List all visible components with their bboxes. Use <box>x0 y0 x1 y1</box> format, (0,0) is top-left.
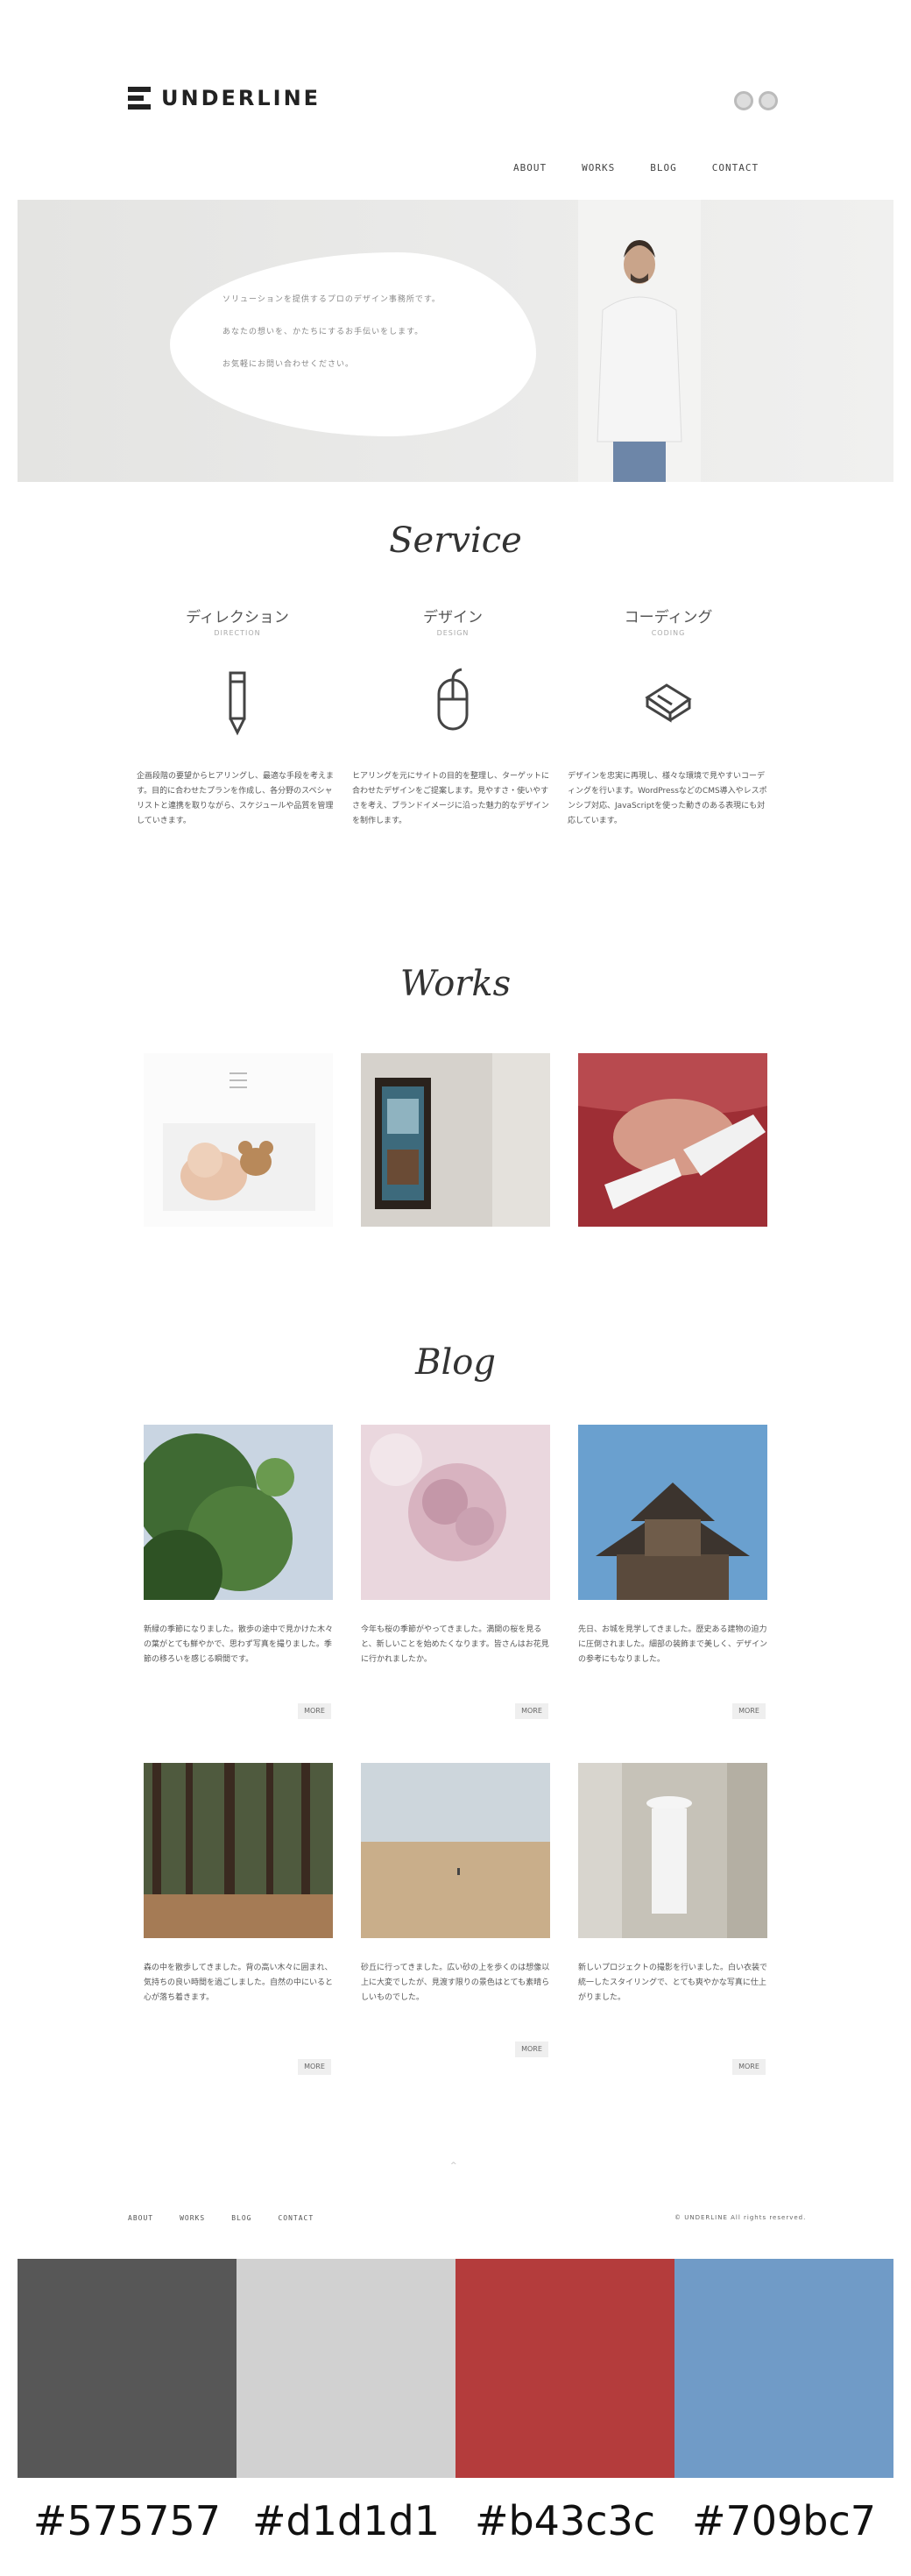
service-heading: Service <box>389 520 522 561</box>
palette-hex: #709bc7 <box>691 2497 877 2544</box>
work-item[interactable] <box>578 1053 767 1227</box>
blog-excerpt: 先日、お城を見学してきました。歴史ある建物の迫力に圧倒されました。細部の装飾まで… <box>578 1625 768 1664</box>
more-button[interactable]: MORE <box>515 2042 548 2057</box>
page-top-icon[interactable]: ^ <box>450 2162 457 2170</box>
work-item[interactable] <box>144 1053 333 1227</box>
person-photo <box>597 240 682 482</box>
service-subtitle: DIRECTION <box>214 629 261 637</box>
service-subtitle: DESIGN <box>436 629 470 637</box>
hero-line: あなたの想いを、かたちにするお手伝いをします。 <box>222 328 424 336</box>
work-thumbnail <box>578 1053 767 1227</box>
palette-hex: #b43c3c <box>474 2497 656 2544</box>
social-icon-2[interactable] <box>759 91 778 110</box>
palette-hex: #575757 <box>32 2497 222 2544</box>
brand-name: UNDERLINE <box>161 86 321 110</box>
social-links <box>734 91 778 110</box>
nav-contact[interactable]: CONTACT <box>712 162 759 173</box>
footer-nav-blog[interactable]: BLOG <box>231 2214 251 2222</box>
work-item[interactable] <box>361 1053 550 1227</box>
eraser-icon <box>645 683 692 723</box>
service-title: デザイン <box>423 609 483 626</box>
nav-blog[interactable]: BLOG <box>650 162 677 173</box>
main-nav: ABOUT WORKS BLOG CONTACT <box>513 162 759 173</box>
logo-mark-icon <box>128 87 151 110</box>
blog-thumbnail[interactable] <box>578 1763 767 1938</box>
blog-thumbnail[interactable] <box>144 1425 333 1600</box>
palette-hex: #d1d1d1 <box>252 2497 440 2544</box>
blog-excerpt: 砂丘に行ってきました。広い砂の上を歩くのは想像以上に大変でしたが、見渡す限りの景… <box>361 1964 550 2002</box>
service-title: コーディング <box>624 609 713 626</box>
hero-line: お気軽にお問い合わせください。 <box>222 360 355 369</box>
footer-nav-contact[interactable]: CONTACT <box>278 2214 314 2222</box>
more-button[interactable]: MORE <box>732 2059 766 2075</box>
blog-thumbnail[interactable] <box>144 1763 333 1938</box>
blog-excerpt: 新しいプロジェクトの撮影を行いました。白い衣装で統一したスタイリングで、とても爽… <box>578 1964 768 2002</box>
blog-thumbnail[interactable] <box>361 1425 550 1600</box>
hero-line: ソリューションを提供するプロのデザイン事務所です。 <box>222 295 441 304</box>
blog-heading: Blog <box>415 1342 496 1383</box>
blog-thumbnail[interactable] <box>578 1425 767 1600</box>
hero-banner: ソリューションを提供するプロのデザイン事務所です。 あなたの想いを、かたちにする… <box>18 200 893 482</box>
service-subtitle: CODING <box>651 629 686 637</box>
blog-excerpt: 新緑の季節になりました。散歩の途中で見かけた木々の葉がとても鮮やかで、思わず写真… <box>144 1625 334 1664</box>
blog-excerpt: 今年も桜の季節がやってきました。満開の桜を見ると、新しいことを始めたくなります。… <box>361 1625 549 1664</box>
service-description: ヒアリングを元にサイトの目的を整理し、ターゲットに合わせたデザインをご提案します… <box>352 772 550 825</box>
copyright: © UNDERLINE All rights reserved. <box>674 2214 807 2221</box>
blog-excerpt: 森の中を散歩してきました。背の高い木々に囲まれ、気持ちの良い時間を過ごしました。… <box>144 1964 334 2002</box>
service-description: デザインを忠実に再現し、様々な環境で見やすいコーディングを行います。WordPr… <box>568 772 767 825</box>
service-description: 企画段階の要望からヒアリングし、最適な手段を考えます。目的に合わせたプランを作成… <box>137 772 335 825</box>
footer-nav-works[interactable]: WORKS <box>180 2214 205 2222</box>
work-thumbnail <box>361 1053 550 1227</box>
mouse-icon <box>437 668 469 731</box>
palette-swatch <box>237 2259 456 2478</box>
nav-works[interactable]: WORKS <box>582 162 615 173</box>
logo[interactable]: UNDERLINE <box>128 86 321 110</box>
service-title: ディレクション <box>186 609 289 626</box>
footer-nav: ABOUT WORKS BLOG CONTACT <box>128 2214 314 2222</box>
more-button[interactable]: MORE <box>298 2059 331 2075</box>
hero-text: ソリューションを提供するプロのデザイン事務所です。 あなたの想いを、かたちにする… <box>222 293 512 390</box>
more-button[interactable]: MORE <box>732 1703 766 1719</box>
blog-thumbnail[interactable] <box>361 1763 550 1938</box>
pencil-icon <box>229 671 246 736</box>
footer-nav-about[interactable]: ABOUT <box>128 2214 153 2222</box>
more-button[interactable]: MORE <box>515 1703 548 1719</box>
palette-swatch <box>674 2259 893 2478</box>
works-heading: Works <box>399 964 512 1004</box>
work-thumbnail <box>144 1053 333 1227</box>
nav-about[interactable]: ABOUT <box>513 162 547 173</box>
more-button[interactable]: MORE <box>298 1703 331 1719</box>
palette-swatch <box>456 2259 674 2478</box>
social-icon-1[interactable] <box>734 91 753 110</box>
palette-swatch <box>18 2259 237 2478</box>
